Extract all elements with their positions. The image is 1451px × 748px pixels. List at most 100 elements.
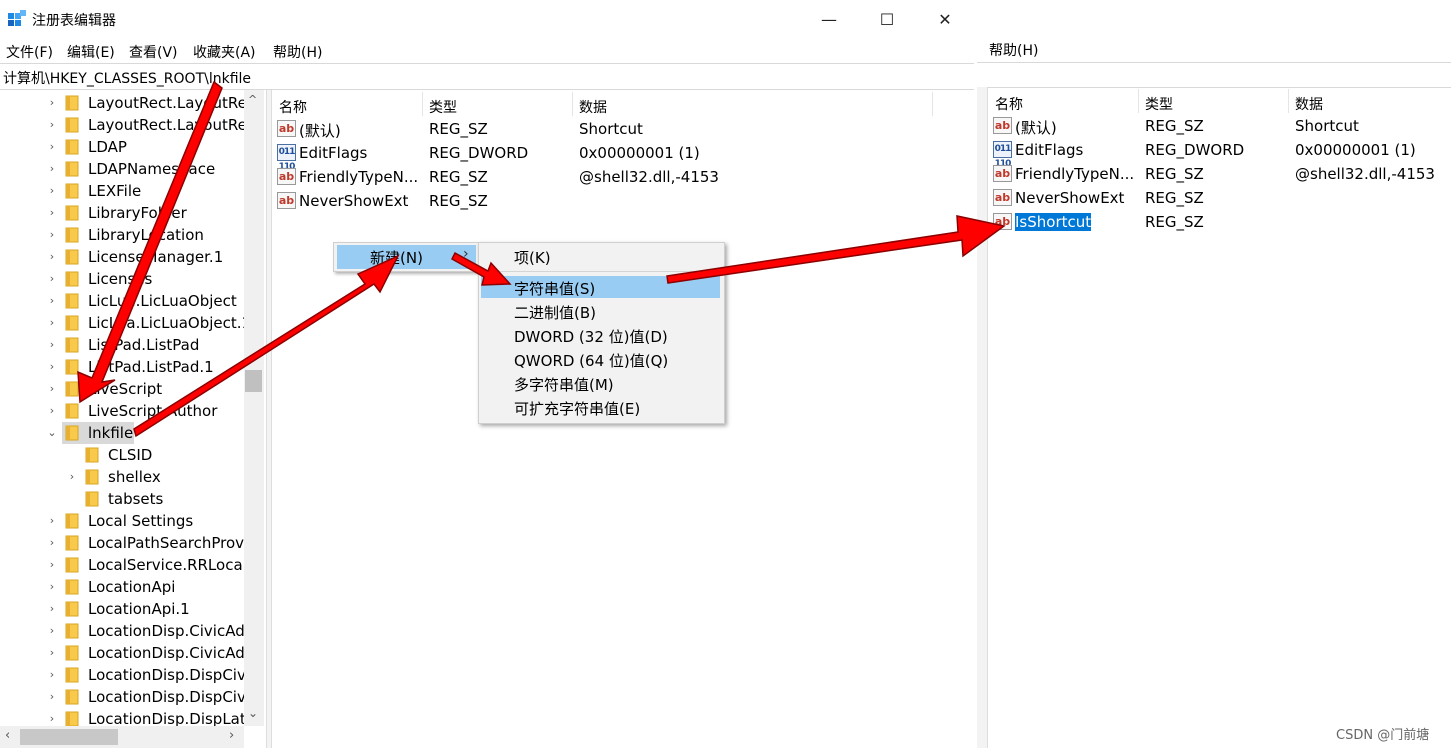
expand-chevron-icon[interactable]: › [47,228,57,241]
column-data[interactable]: 数据 [1295,94,1323,114]
submenu-item-binary-value[interactable]: 二进制值(B) [514,302,596,323]
value-row[interactable]: 011 110 EditFlags REG_DWORD 0x00000001 (1) [272,141,932,172]
column-separator[interactable] [1288,89,1289,113]
close-button[interactable]: ✕ [916,0,974,38]
expand-chevron-icon[interactable]: › [47,162,57,175]
menu-help[interactable]: 帮助(H) [273,42,322,62]
expand-chevron-icon[interactable]: › [47,382,57,395]
tree-node[interactable]: › LayoutRect.LayoutRe [0,92,247,114]
collapse-chevron-icon[interactable]: ⌄ [47,426,57,439]
column-type[interactable]: 类型 [429,97,457,117]
value-row[interactable]: ab NeverShowExt REG_SZ [988,186,1448,210]
tree-node[interactable]: › LEXFile [0,180,245,202]
tree-node[interactable]: › Local Settings [0,510,245,532]
value-row[interactable]: ab NeverShowExt REG_SZ [272,189,932,213]
tree-node[interactable]: › LibraryLocation [0,224,245,246]
tree-node[interactable]: › LocalService.RRLocalS [0,554,257,576]
submenu-item-qword-value[interactable]: QWORD (64 位)值(Q) [514,350,668,371]
tree-hscroll-thumb[interactable] [20,729,118,745]
menu-file[interactable]: 文件(F) [6,42,53,62]
tree-node[interactable]: › LDAPNamespace [0,158,245,180]
tree-node[interactable]: › Licenses [0,268,245,290]
address-bar[interactable]: 计算机\HKEY_CLASSES_ROOT\lnkfile [0,63,974,90]
expand-chevron-icon[interactable]: › [47,602,57,615]
tree-node[interactable]: › LocationApi [0,576,245,598]
tree-node[interactable]: CLSID [0,444,245,466]
submenu-item-string-value[interactable]: 字符串值(S) [514,278,595,299]
expand-chevron-icon[interactable]: › [47,668,57,681]
scroll-left-icon[interactable]: ‹ [5,728,10,743]
expand-chevron-icon[interactable]: › [47,250,57,263]
value-row[interactable]: 011 110 EditFlags REG_DWORD 0x00000001 (1) [988,138,1448,169]
tree-node[interactable]: › LicLua.LicLuaObject [0,290,245,312]
maximize-button[interactable]: ☐ [858,0,916,38]
menu-favorites[interactable]: 收藏夹(A) [193,42,256,62]
expand-chevron-icon[interactable]: › [47,338,57,351]
expand-chevron-icon[interactable]: › [47,404,57,417]
expand-chevron-icon[interactable]: › [47,624,57,637]
tree-node[interactable]: › LayoutRect.LayoutRe [0,114,247,136]
expand-chevron-icon[interactable]: › [47,360,57,373]
submenu-item-dword-value[interactable]: DWORD (32 位)值(D) [514,326,668,347]
tree-node[interactable]: › ListPad.ListPad.1 [0,356,245,378]
tree-node[interactable]: › LibraryFolder [0,202,245,224]
scroll-up-icon[interactable]: ^ [248,93,257,106]
tree-node[interactable]: › LocationApi.1 [0,598,245,620]
expand-chevron-icon[interactable]: › [47,690,57,703]
tree-node[interactable]: › shellex [0,466,245,488]
expand-chevron-icon[interactable]: › [47,558,57,571]
value-row[interactable]: ab FriendlyTypeN... REG_SZ @shell32.dll,-41… [272,165,932,189]
expand-chevron-icon[interactable]: › [47,118,57,131]
menu-view[interactable]: 查看(V) [129,42,178,62]
tree-node[interactable]: › LDAP [0,136,245,158]
column-name[interactable]: 名称 [279,97,307,117]
column-type[interactable]: 类型 [1145,94,1173,114]
column-data[interactable]: 数据 [579,97,607,117]
expand-chevron-icon[interactable]: › [47,206,57,219]
pane-splitter[interactable] [977,87,988,748]
tree-node[interactable]: › LiveScript [0,378,245,400]
tree-vertical-scrollbar[interactable] [244,90,264,726]
tree-node[interactable]: › LocationDisp.DispCivi [0,686,250,708]
submenu-item-key[interactable]: 项(K) [514,247,551,268]
tree-node[interactable]: › LicenseManager.1 [0,246,245,268]
tree-node[interactable]: › LocalPathSearchProvi [0,532,248,554]
expand-chevron-icon[interactable]: › [47,514,57,527]
column-separator[interactable] [572,92,573,116]
submenu-item-expandable-string-value[interactable]: 可扩充字符串值(E) [514,398,640,419]
tree-scroll-thumb[interactable] [245,370,262,392]
value-row[interactable]: ab (默认) REG_SZ Shortcut [988,114,1448,138]
expand-chevron-icon[interactable]: › [47,580,57,593]
expand-chevron-icon[interactable]: › [67,470,77,483]
menu-edit[interactable]: 编辑(E) [67,42,115,62]
column-name[interactable]: 名称 [995,94,1023,114]
tree-node[interactable]: tabsets [0,488,245,510]
expand-chevron-icon[interactable]: › [47,96,57,109]
expand-chevron-icon[interactable]: › [47,316,57,329]
expand-chevron-icon[interactable]: › [47,646,57,659]
expand-chevron-icon[interactable]: › [47,712,57,725]
tree-node[interactable]: › LocationDisp.CivicAd [0,642,245,664]
column-separator[interactable] [422,92,423,116]
tree-node[interactable]: › LocationDisp.DispCivi [0,664,250,686]
expand-chevron-icon[interactable]: › [47,294,57,307]
submenu-item-multistring-value[interactable]: 多字符串值(M) [514,374,614,395]
minimize-button[interactable]: — [800,0,858,38]
tree-node[interactable]: ⌄ lnkfile [47,422,134,444]
tree-node[interactable]: › LocationDisp.CivicAd [0,620,245,642]
address-bar[interactable] [977,62,1451,88]
expand-chevron-icon[interactable]: › [47,272,57,285]
column-separator[interactable] [1138,89,1139,113]
value-row[interactable]: ab IsShortcut REG_SZ [988,210,1448,234]
expand-chevron-icon[interactable]: › [47,140,57,153]
tree-node[interactable]: › ListPad.ListPad [0,334,245,356]
expand-chevron-icon[interactable]: › [47,184,57,197]
value-row[interactable]: ab (默认) REG_SZ Shortcut [272,117,932,141]
value-row[interactable]: ab FriendlyTypeN... REG_SZ @shell32.dll,-41… [988,162,1448,186]
tree-node[interactable]: › LiveScript Author [0,400,245,422]
scroll-down-icon[interactable]: ⌄ [248,706,258,720]
expand-chevron-icon[interactable]: › [47,536,57,549]
column-separator[interactable] [932,92,933,116]
scroll-right-icon[interactable]: › [229,728,234,743]
tree-node[interactable]: › LicLua.LicLuaObject.1 [0,312,251,334]
